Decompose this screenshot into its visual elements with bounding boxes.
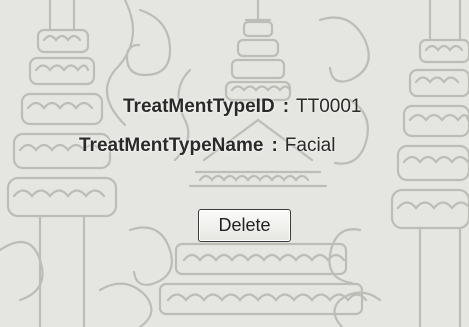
record-detail-panel: TreatMentTypeID : TT0001 TreatMentTypeNa…	[0, 0, 469, 327]
treatment-type-id-value: TT0001	[296, 96, 362, 117]
treatment-type-id-label: TreatMentTypeID	[123, 96, 275, 117]
treatment-type-name-label: TreatMentTypeName	[79, 135, 264, 156]
treatment-type-name-value: Facial	[284, 135, 336, 156]
delete-button[interactable]: Delete	[198, 209, 291, 242]
colon-separator: :	[271, 135, 278, 156]
treatment-type-name-row: TreatMentTypeName : Facial	[79, 135, 335, 157]
treatment-type-id-row: TreatMentTypeID : TT0001	[123, 96, 362, 118]
colon-separator: :	[282, 96, 290, 117]
